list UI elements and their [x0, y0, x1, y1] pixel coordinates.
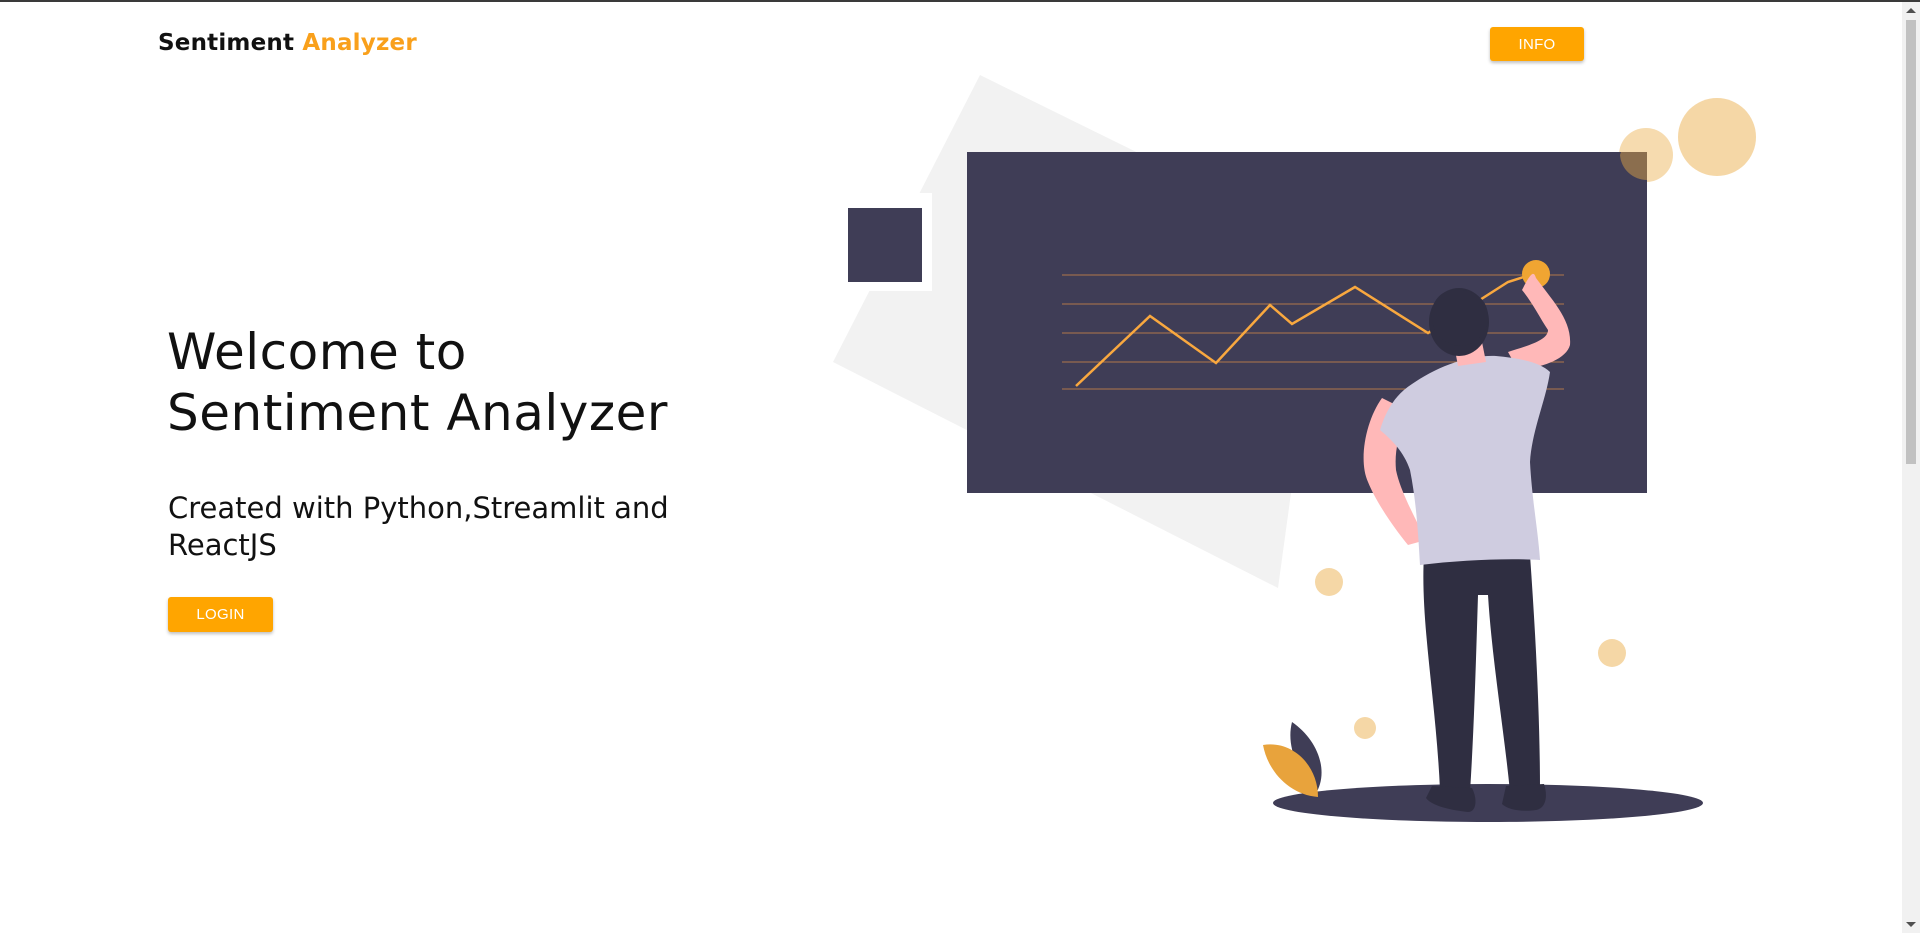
vertical-scrollbar[interactable] [1902, 2, 1920, 933]
person-shoe-right [1502, 784, 1546, 811]
brand-logo[interactable]: Sentiment Analyzer [158, 30, 417, 56]
chart-analysis-illustration [833, 75, 1756, 822]
floating-dot-2 [1598, 639, 1626, 667]
floating-dot-3 [1354, 717, 1376, 739]
small-card-square [848, 208, 922, 282]
login-button[interactable]: LOGIN [168, 597, 273, 632]
hero-title-line1: Welcome to [167, 323, 467, 381]
scroll-up-icon[interactable] [1906, 8, 1916, 13]
brand-accent: Analyzer [302, 30, 417, 56]
info-button[interactable]: INFO [1490, 27, 1584, 61]
hero-title: Welcome to Sentiment Analyzer [167, 322, 787, 444]
scrollbar-thumb[interactable] [1906, 20, 1916, 464]
person-legs [1423, 555, 1540, 792]
floating-dot-1 [1315, 568, 1343, 596]
ground-shadow [1273, 784, 1703, 822]
hero-title-line2: Sentiment Analyzer [167, 384, 668, 442]
window-top-border [0, 0, 1920, 2]
decor-circle-large [1678, 98, 1756, 176]
brand-primary: Sentiment [158, 30, 295, 56]
scroll-down-icon[interactable] [1906, 922, 1916, 927]
page: Sentiment Analyzer INFO Welcome to Senti… [0, 0, 1920, 933]
hero-subtitle: Created with Python,Streamlit and ReactJ… [168, 491, 669, 562]
